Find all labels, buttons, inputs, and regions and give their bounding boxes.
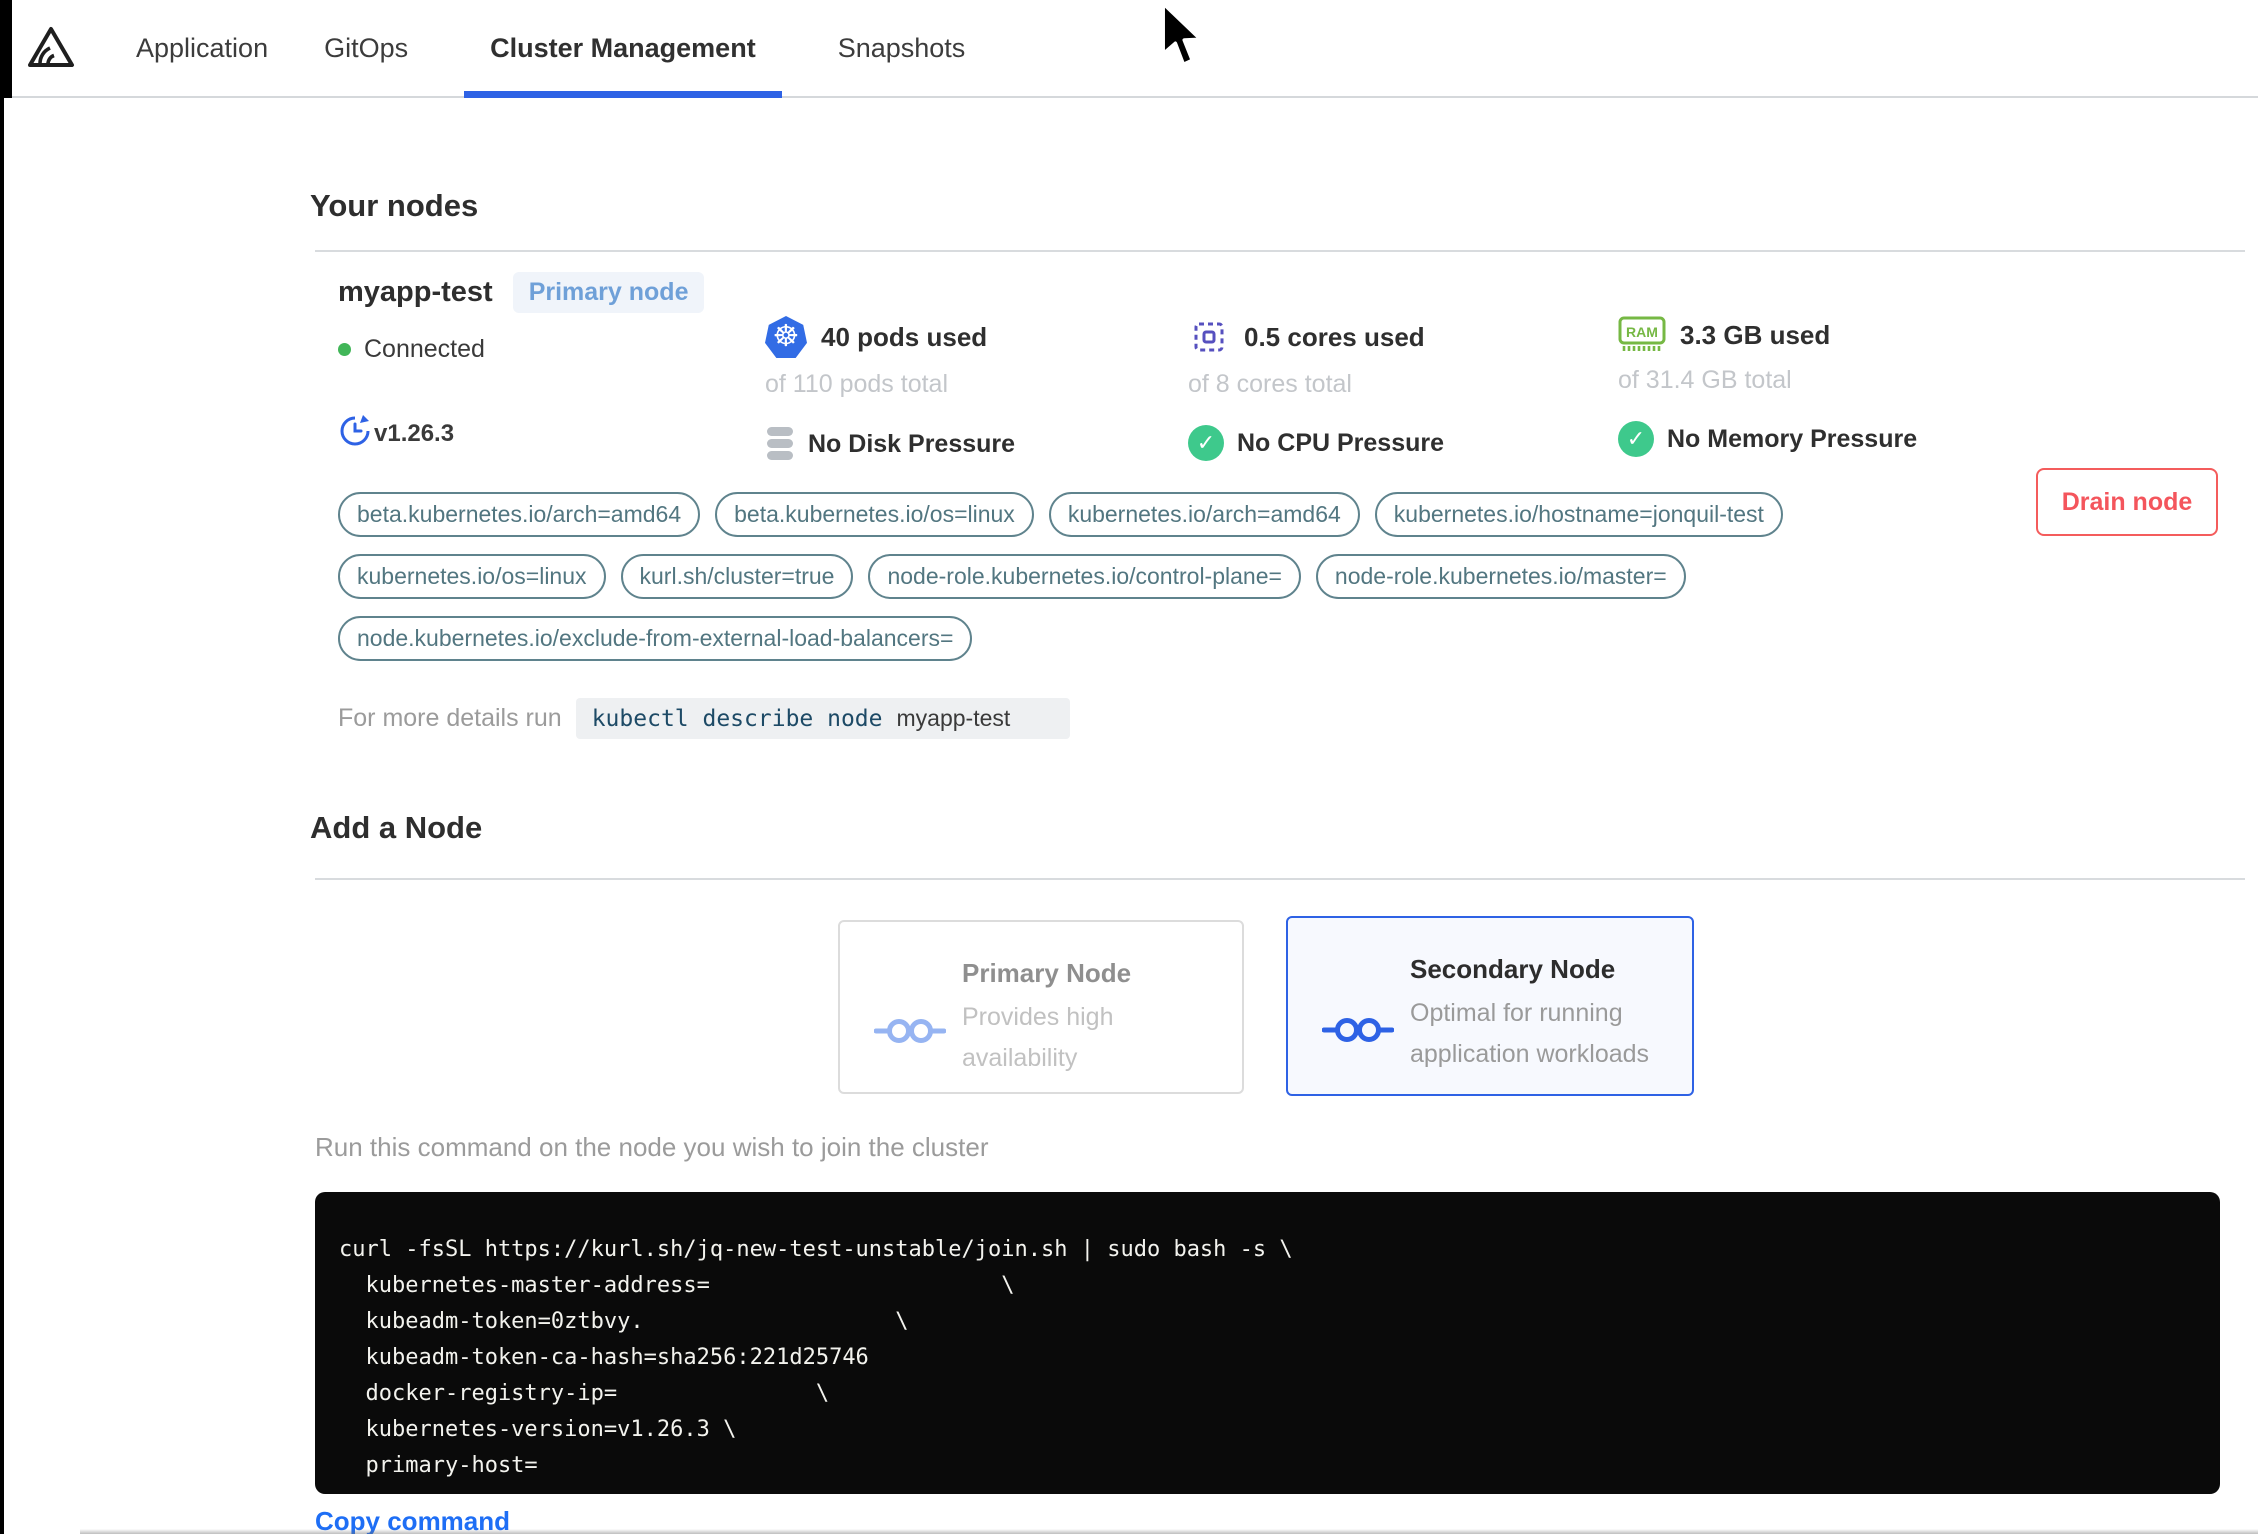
secondary-option-title: Secondary Node (1410, 954, 1616, 984)
primary-option-title: Primary Node (962, 958, 1132, 988)
cpu-icon (1194, 322, 1224, 352)
your-nodes-heading: Your nodes (310, 188, 479, 223)
cpu-column: 0.5 cores used of 8 cores total ✓ No CPU… (1188, 316, 1444, 461)
pods-total-label: of 110 pods total (765, 370, 949, 398)
memory-used-label: 3.3 GB used (1680, 319, 1831, 350)
primary-node-badge: Primary node (512, 272, 705, 313)
window-edge (0, 0, 12, 98)
cores-used-label: 0.5 cores used (1244, 321, 1425, 352)
memory-column: RAM 3.3 GB used of 31.4 GB total ✓ No Me… (1618, 316, 1917, 457)
node-label-chip: kubernetes.io/hostname=jonquil-test (1374, 492, 1783, 537)
describe-command-text: kubectl describe node (591, 706, 883, 732)
terminal-line: docker-registry-ip= \ (339, 1381, 830, 1406)
primary-option-desc: Provides high availability (962, 1003, 1114, 1072)
terminal-line: primary-host= (339, 1453, 538, 1478)
node-details-hint: For more details run kubectl describe no… (338, 698, 1071, 739)
window-edge (0, 0, 4, 1534)
primary-node-option-card[interactable]: Primary Node Provides high availability (838, 920, 1244, 1094)
node-label-chip: kubernetes.io/arch=amd64 (1048, 492, 1360, 537)
nav-tabs: Application GitOps Cluster Management Sn… (136, 0, 966, 98)
node-label-chip: node.kubernetes.io/exclude-from-external… (338, 616, 973, 661)
cpu-pressure-check-icon: ✓ (1188, 425, 1224, 461)
replicated-logo-icon[interactable] (26, 23, 76, 73)
add-node-heading: Add a Node (310, 810, 483, 845)
node-identity-column: myapp-test Primary node Connected v1.26.… (338, 272, 705, 448)
svg-text:RAM: RAM (1626, 324, 1658, 340)
ram-icon: RAM (1618, 316, 1666, 351)
cores-total-label: of 8 cores total (1188, 370, 1352, 398)
node-label-chip: node-role.kubernetes.io/master= (1315, 554, 1686, 599)
pods-used-label: 40 pods used (821, 321, 988, 352)
secondary-node-option-card[interactable]: Secondary Node Optimal for running appli… (1286, 916, 1694, 1096)
node-chain-icon (1322, 1018, 1394, 1042)
node-label-chip: beta.kubernetes.io/arch=amd64 (338, 492, 701, 537)
pods-column: ☸ 40 pods used of 110 pods total No Disk… (765, 316, 1015, 463)
tab-snapshots[interactable]: Snapshots (838, 0, 966, 96)
join-command-hint: Run this command on the node you wish to… (315, 1132, 989, 1162)
node-label-chip: beta.kubernetes.io/os=linux (715, 492, 1034, 537)
terminal-line: curl -fsSL https://kurl.sh/jq-new-test-u… (339, 1237, 1293, 1262)
cluster-management-page: Application GitOps Cluster Management Sn… (0, 0, 2258, 1534)
cpu-pressure-label: No CPU Pressure (1237, 428, 1445, 457)
memory-pressure-label: No Memory Pressure (1667, 424, 1918, 453)
join-command-terminal: curl -fsSL https://kurl.sh/jq-new-test-u… (315, 1192, 2220, 1494)
node-labels: beta.kubernetes.io/arch=amd64 beta.kuber… (338, 492, 1918, 661)
section-divider (315, 250, 2245, 252)
disk-icon (767, 427, 793, 460)
tab-application[interactable]: Application (136, 0, 268, 96)
secondary-option-desc: Optimal for running application workload… (1410, 999, 1650, 1068)
kubernetes-icon: ☸ (765, 316, 807, 358)
details-prefix-label: For more details run (338, 704, 562, 732)
describe-command-arg: myapp-test (896, 705, 1011, 731)
connected-status-dot (338, 343, 351, 356)
terminal-line: kubeadm-token-ca-hash=sha256:221d25746 (339, 1345, 869, 1370)
node-label-chip: node-role.kubernetes.io/control-plane= (868, 554, 1301, 599)
node-chain-icon (874, 1019, 946, 1043)
memory-total-label: of 31.4 GB total (1618, 366, 1792, 394)
connected-status-label: Connected (364, 335, 485, 363)
disk-pressure-label: No Disk Pressure (808, 429, 1016, 458)
node-name: myapp-test (338, 276, 493, 308)
window-edge (80, 1529, 2258, 1534)
terminal-line: kubeadm-token=0ztbvy. \ (339, 1309, 909, 1334)
terminal-line: kubernetes-master-address= \ (339, 1273, 1015, 1298)
tab-cluster-management[interactable]: Cluster Management (464, 0, 782, 98)
memory-pressure-check-icon: ✓ (1618, 421, 1654, 457)
drain-node-button[interactable]: Drain node (2036, 468, 2218, 536)
terminal-line: kubernetes-version=v1.26.3 \ (339, 1417, 737, 1442)
tab-gitops[interactable]: GitOps (324, 0, 408, 96)
version-history-icon (340, 415, 370, 446)
top-navbar: Application GitOps Cluster Management Sn… (0, 0, 2258, 98)
describe-command-chip: kubectl describe node myapp-test (575, 698, 1071, 739)
kubernetes-version-label: v1.26.3 (374, 420, 455, 447)
section-divider (315, 878, 2245, 880)
node-label-chip: kurl.sh/cluster=true (620, 554, 854, 599)
node-label-chip: kubernetes.io/os=linux (338, 554, 606, 599)
